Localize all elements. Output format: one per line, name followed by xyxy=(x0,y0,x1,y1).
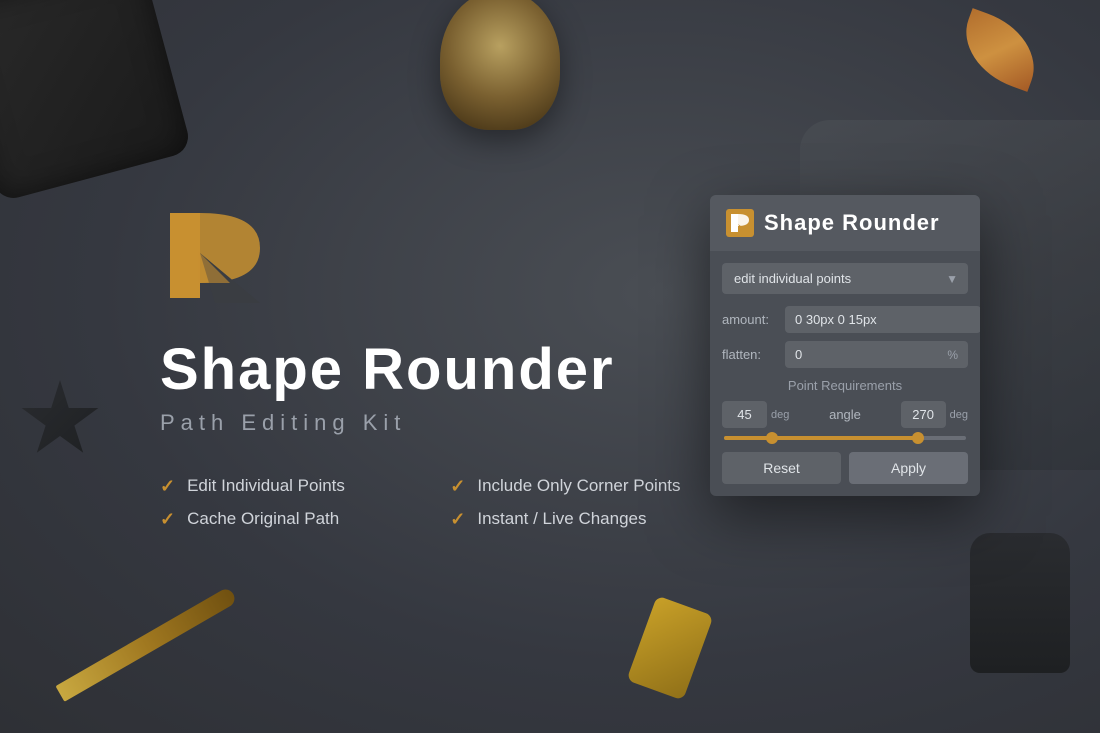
check-icon-2: ✓ xyxy=(160,509,175,530)
mode-dropdown-wrapper[interactable]: edit individual points edit all points ▼ xyxy=(722,263,968,294)
feature-item-0: ✓ Edit Individual Points xyxy=(160,476,390,497)
amount-label: amount: xyxy=(722,312,777,327)
feature-item-2: ✓ Cache Original Path xyxy=(160,509,390,530)
amount-input[interactable] xyxy=(785,306,980,333)
panel-logo-icon xyxy=(726,209,754,237)
flatten-input[interactable] xyxy=(795,347,943,362)
angle-slider-track[interactable] xyxy=(724,436,966,440)
feature-label-0: Edit Individual Points xyxy=(187,476,345,496)
panel-body: edit individual points edit all points ▼… xyxy=(710,251,980,496)
features-list: ✓ Edit Individual Points ✓ Include Only … xyxy=(160,476,681,530)
main-title: Shape Rounder xyxy=(160,338,615,402)
amount-row: amount: xyxy=(722,306,968,333)
action-buttons-row: Reset Apply xyxy=(722,452,968,484)
angle-right-box: deg xyxy=(901,401,968,428)
flatten-input-wrapper: % xyxy=(785,341,968,368)
angle-row: deg angle deg xyxy=(722,401,968,428)
flatten-row: flatten: % xyxy=(722,341,968,368)
angle-slider-row xyxy=(722,436,968,440)
angle-left-input[interactable] xyxy=(722,401,767,428)
feature-label-2: Cache Original Path xyxy=(187,509,339,529)
slider-thumb-right[interactable] xyxy=(912,432,924,444)
plugin-panel: Shape Rounder edit individual points edi… xyxy=(710,195,980,496)
logo-container xyxy=(160,203,260,318)
slider-thumb-left[interactable] xyxy=(766,432,778,444)
slider-fill-left xyxy=(724,436,772,440)
angle-center-label: angle xyxy=(829,407,861,422)
brand-logo xyxy=(160,203,260,313)
slider-fill-right xyxy=(772,436,917,440)
reset-button[interactable]: Reset xyxy=(722,452,841,484)
mode-dropdown[interactable]: edit individual points edit all points xyxy=(722,263,968,294)
check-icon-1: ✓ xyxy=(450,476,465,497)
angle-right-input[interactable] xyxy=(901,401,946,428)
feature-item-3: ✓ Instant / Live Changes xyxy=(450,509,680,530)
feature-item-1: ✓ Include Only Corner Points xyxy=(450,476,680,497)
section-label: Point Requirements xyxy=(722,378,968,393)
angle-left-unit: deg xyxy=(771,409,789,421)
check-icon-3: ✓ xyxy=(450,509,465,530)
apply-button[interactable]: Apply xyxy=(849,452,968,484)
feature-label-3: Instant / Live Changes xyxy=(477,509,646,529)
angle-right-unit: deg xyxy=(950,409,968,421)
flatten-suffix: % xyxy=(947,348,958,362)
feature-label-1: Include Only Corner Points xyxy=(477,476,680,496)
panel-title: Shape Rounder xyxy=(764,210,940,236)
flatten-label: flatten: xyxy=(722,347,777,362)
panel-header: Shape Rounder xyxy=(710,195,980,251)
angle-left-box: deg xyxy=(722,401,789,428)
sub-title: Path Editing Kit xyxy=(160,410,406,436)
check-icon-0: ✓ xyxy=(160,476,175,497)
